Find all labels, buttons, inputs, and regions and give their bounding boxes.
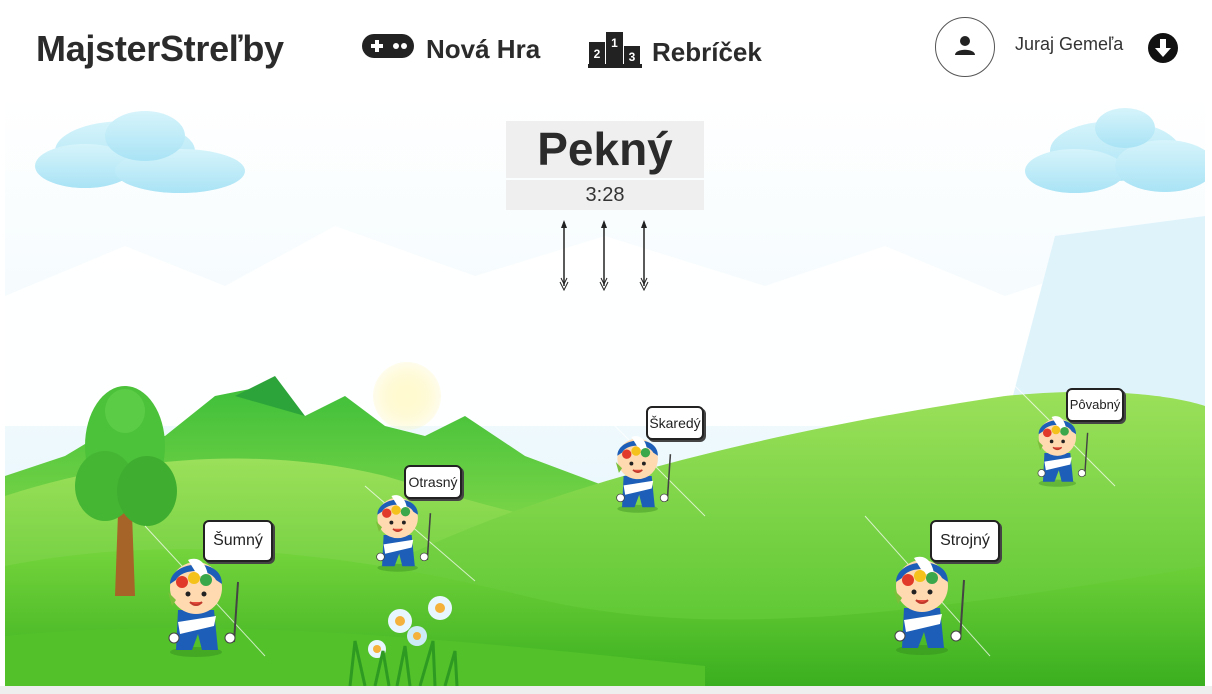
target-word-sign: Strojný xyxy=(930,520,1000,562)
svg-text:2: 2 xyxy=(594,47,601,61)
arrow-down-circle-icon[interactable] xyxy=(1147,32,1179,69)
nav-leaderboard-label: Rebríček xyxy=(652,37,762,67)
target-word-sign: Šumný xyxy=(203,520,273,562)
brand-logo[interactable]: MajsterStreľby xyxy=(36,28,284,70)
footer-strip xyxy=(0,686,1212,694)
svg-text:1: 1 xyxy=(611,36,618,50)
nav-new-game[interactable]: Nová Hra xyxy=(360,30,540,69)
target-character[interactable]: Škaredý xyxy=(608,406,704,513)
target-character[interactable]: Pôvabný xyxy=(1030,388,1124,487)
nav-new-game-label: Nová Hra xyxy=(426,34,541,64)
nav-leaderboard[interactable]: 2 1 3 Rebríček xyxy=(588,30,762,75)
user-name[interactable]: Juraj Gemeľa xyxy=(1015,34,1123,55)
gamepad-icon xyxy=(360,30,416,69)
user-avatar-button[interactable] xyxy=(935,17,995,77)
target-character[interactable]: Strojný xyxy=(884,518,1000,655)
arrow-icon xyxy=(636,218,652,297)
top-nav: MajsterStreľby Nová Hra 2 1 3 Rebríček J… xyxy=(0,0,1212,96)
svg-text:3: 3 xyxy=(629,50,636,64)
target-word: Pekný xyxy=(506,121,704,178)
podium-icon: 2 1 3 xyxy=(588,30,642,75)
target-word-sign: Otrasný xyxy=(404,465,462,499)
target-character[interactable]: Otrasný xyxy=(368,465,462,572)
arrow-icon xyxy=(556,218,572,297)
timer: 3:28 xyxy=(506,180,704,210)
target-word-sign: Škaredý xyxy=(646,406,704,440)
user-icon xyxy=(953,33,977,62)
target-character[interactable]: Šumný xyxy=(158,520,273,657)
target-word-sign: Pôvabný xyxy=(1066,388,1124,422)
arrow-icon xyxy=(596,218,612,297)
target-panel: Pekný 3:28 xyxy=(506,121,704,210)
